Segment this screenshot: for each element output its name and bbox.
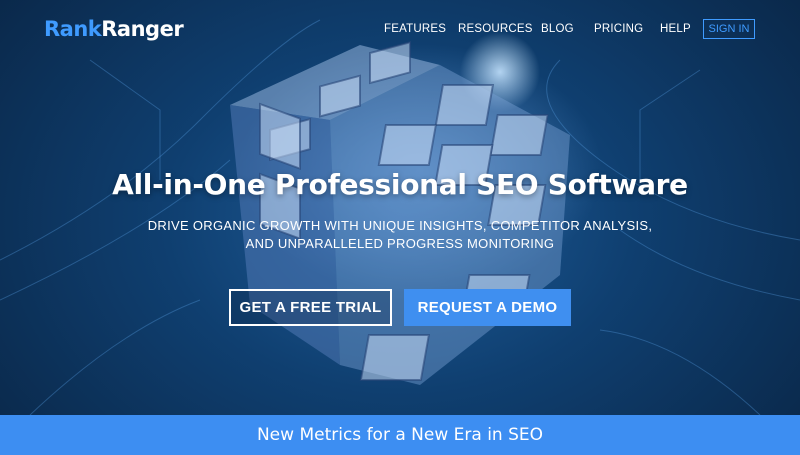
logo-part-rank: Rank [44,17,102,41]
cube-graphic [230,41,570,385]
subtitle-line-1: DRIVE ORGANIC GROWTH WITH UNIQUE INSIGHT… [147,218,653,233]
nav-blog[interactable]: BLOG [541,23,574,35]
logo-part-ranger: Ranger [101,17,184,41]
hero-background-graphic [0,19,800,415]
nav-help[interactable]: HELP [660,23,691,35]
nav-features[interactable]: FEATURES [384,23,446,35]
nav-resources[interactable]: RESOURCES [458,23,533,35]
logo[interactable]: RankRanger [44,17,184,41]
nav-pricing[interactable]: PRICING [594,23,643,35]
announcement-banner[interactable]: New Metrics for a New Era in SEO [0,415,800,455]
hero-section: RankRanger FEATURES RESOURCES BLOG PRICI… [0,0,800,415]
announcement-text: New Metrics for a New Era in SEO [256,425,544,445]
free-trial-button[interactable]: GET A FREE TRIAL [229,289,392,326]
request-demo-button[interactable]: REQUEST A DEMO [404,289,571,326]
subtitle-line-2: AND UNPARALLELED PROGRESS MONITORING [245,236,555,251]
page-title: All-in-One Professional SEO Software [112,168,688,201]
sign-in-button[interactable]: SIGN IN [703,19,755,39]
